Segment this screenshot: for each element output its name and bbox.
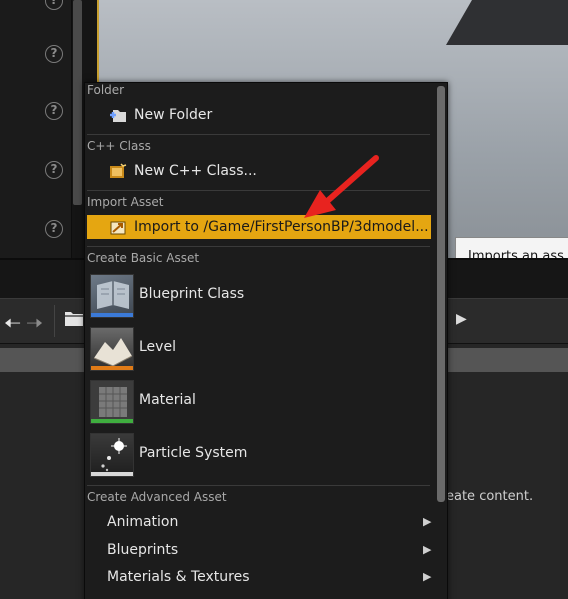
particle-system-item[interactable]: Particle System	[87, 430, 431, 480]
section-header-import-asset: Import Asset	[87, 195, 164, 209]
import-icon	[110, 221, 126, 235]
forward-arrow-icon[interactable]: 🠢	[26, 309, 43, 343]
level-item[interactable]: Level	[87, 324, 431, 374]
animation-submenu[interactable]: Animation ▶	[87, 509, 431, 535]
submenu-arrow-icon: ▶	[423, 543, 432, 556]
help-icon[interactable]: ?	[45, 220, 63, 238]
asset-type-bar	[91, 366, 133, 370]
annotation-arrow-icon	[304, 155, 379, 218]
section-header-create-advanced-asset: Create Advanced Asset	[87, 490, 227, 504]
help-icon[interactable]: ?	[45, 45, 63, 63]
blueprint-class-item[interactable]: Blueprint Class	[87, 271, 431, 321]
menu-item-label: Material	[139, 392, 196, 408]
material-item[interactable]: Material	[87, 377, 431, 427]
back-arrow-icon[interactable]: 🠠	[4, 309, 21, 343]
menu-item-label: Level	[139, 339, 176, 355]
section-header-create-basic-asset: Create Basic Asset	[87, 251, 200, 265]
asset-type-bar	[91, 313, 133, 317]
viewport-geometry	[446, 0, 568, 45]
details-panel-column	[0, 0, 72, 258]
menu-item-label: Blueprints	[107, 542, 179, 558]
materials-textures-submenu[interactable]: Materials & Textures ▶	[87, 564, 431, 590]
material-thumbnail	[90, 380, 134, 424]
blueprints-submenu[interactable]: Blueprints ▶	[87, 537, 431, 563]
section-divider	[87, 134, 430, 135]
asset-type-bar	[91, 419, 133, 423]
level-thumbnail	[90, 327, 134, 371]
menu-item-label: Particle System	[139, 445, 248, 461]
menu-item-label: New C++ Class...	[134, 163, 257, 179]
submenu-arrow-icon: ▶	[423, 570, 432, 583]
cpp-class-icon	[110, 163, 127, 178]
menu-item-label: Blueprint Class	[139, 286, 245, 302]
menu-scrollbar[interactable]	[437, 86, 445, 502]
menu-item-label: Materials & Textures	[107, 569, 250, 585]
particle-thumbnail	[90, 433, 134, 477]
menu-item-label: Animation	[107, 514, 179, 530]
folder-icon[interactable]	[64, 309, 84, 327]
submenu-arrow-icon: ▶	[423, 515, 432, 528]
section-header-folder: Folder	[87, 83, 125, 97]
editor-window: ? ? ? ? ? Imports an ass 🠠 🠢 ▶ eate cont…	[0, 0, 568, 599]
help-icon[interactable]: ?	[45, 102, 63, 120]
asset-type-bar	[91, 472, 133, 476]
toolbar-separator	[54, 305, 55, 337]
empty-folder-hint: eate content.	[446, 489, 534, 504]
menu-item-label: New Folder	[134, 107, 213, 123]
section-divider	[87, 485, 430, 486]
section-header-cpp-class: C++ Class	[87, 139, 151, 153]
help-icon[interactable]: ?	[45, 161, 63, 179]
details-scrollbar[interactable]	[73, 0, 82, 205]
new-folder-item[interactable]: New Folder	[87, 103, 431, 127]
section-divider	[87, 246, 430, 247]
blueprint-thumbnail	[90, 274, 134, 318]
path-chevron-icon[interactable]: ▶	[456, 311, 467, 327]
new-folder-icon	[110, 110, 126, 122]
details-panel: ? ? ? ? ?	[0, 0, 97, 258]
